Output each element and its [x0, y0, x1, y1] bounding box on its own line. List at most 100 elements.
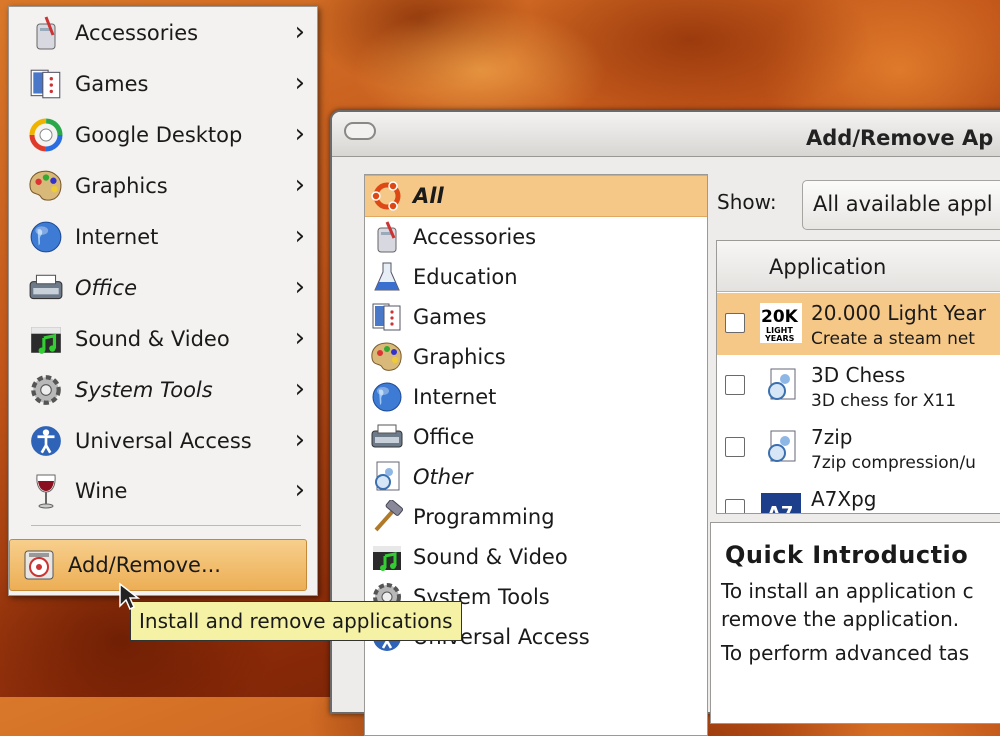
menu-item-label: Accessories	[75, 21, 199, 45]
app-description: Create a steam net	[811, 329, 975, 349]
category-office[interactable]: Office	[365, 417, 707, 457]
universal-access-icon	[25, 420, 67, 462]
window-titlebar[interactable]: Add/Remove Ap	[332, 112, 1000, 157]
games-cards-icon	[369, 299, 405, 335]
intro-line: remove the application.	[721, 607, 960, 631]
menu-item-universal-access[interactable]: Universal Access ›	[17, 417, 313, 465]
menu-item-label: Office	[75, 276, 137, 300]
office-typewriter-icon	[369, 419, 405, 455]
app-row[interactable]: 7zip 7zip compression/u	[717, 417, 1000, 479]
menu-item-label: Add/Remove...	[68, 553, 221, 577]
svg-text:A7: A7	[767, 503, 793, 514]
submenu-arrow-icon: ›	[294, 68, 305, 98]
category-programming[interactable]: Programming	[365, 497, 707, 537]
app-name: 3D Chess	[811, 363, 906, 387]
sound-video-icon	[25, 318, 67, 360]
app-name: 20.000 Light Year	[811, 301, 986, 325]
app-row[interactable]: 20K LIGHT YEARS 20.000 Light Year Create a…	[717, 293, 1000, 355]
category-education[interactable]: Education	[365, 257, 707, 297]
show-filter-combo[interactable]: All available appl	[802, 180, 1000, 230]
submenu-arrow-icon: ›	[294, 323, 305, 353]
menu-item-label: Games	[75, 72, 149, 96]
menu-item-label: Universal Access	[75, 429, 252, 453]
svg-text:20K: 20K	[761, 307, 799, 327]
submenu-arrow-icon: ›	[294, 272, 305, 302]
other-icon	[369, 459, 405, 495]
category-sound-video[interactable]: Sound & Video	[365, 537, 707, 577]
submenu-arrow-icon: ›	[294, 374, 305, 404]
category-label: Programming	[413, 505, 555, 529]
menu-item-games[interactable]: Games ›	[17, 60, 313, 108]
menu-item-label: Wine	[75, 479, 128, 503]
accessories-icon	[25, 12, 67, 54]
application-column-label: Application	[769, 255, 887, 279]
ubuntu-logo-icon	[369, 178, 405, 214]
menu-item-graphics[interactable]: Graphics ›	[17, 162, 313, 210]
menu-item-label: Sound & Video	[75, 327, 230, 351]
app-name: 7zip	[811, 425, 853, 449]
menu-item-wine[interactable]: Wine ›	[17, 467, 313, 515]
menu-item-office[interactable]: Office ›	[17, 264, 313, 312]
category-accessories[interactable]: Accessories	[365, 217, 707, 257]
education-flask-icon	[369, 259, 405, 295]
menu-item-label: System Tools	[75, 378, 213, 402]
menu-separator	[31, 525, 301, 526]
submenu-arrow-icon: ›	[294, 425, 305, 455]
window-menu-button[interactable]	[344, 122, 376, 140]
category-label: Games	[413, 305, 487, 329]
application-column-header[interactable]: Application	[717, 241, 1000, 292]
graphics-palette-icon	[369, 339, 405, 375]
tooltip: Install and remove applications	[130, 601, 462, 641]
menu-item-google-desktop[interactable]: Google Desktop ›	[17, 111, 313, 159]
submenu-arrow-icon: ›	[294, 119, 305, 149]
category-label: Office	[413, 425, 475, 449]
category-all[interactable]: All	[365, 175, 707, 217]
menu-item-system-tools[interactable]: System Tools ›	[17, 366, 313, 414]
submenu-arrow-icon: ›	[294, 17, 305, 47]
intro-title: Quick Introductio	[725, 541, 969, 569]
show-label: Show:	[717, 190, 777, 214]
office-typewriter-icon	[25, 267, 67, 309]
programming-hammer-icon	[369, 499, 405, 535]
menu-item-label: Graphics	[75, 174, 168, 198]
install-checkbox[interactable]	[725, 499, 745, 513]
svg-text:YEARS: YEARS	[764, 334, 795, 343]
application-list: Application 20K LIGHT YEARS 20.000 Light Y…	[716, 240, 1000, 514]
package-icon	[759, 425, 803, 469]
a7xpg-icon: A7	[759, 487, 803, 514]
app-description: 3D chess for X11	[811, 391, 957, 411]
window-title: Add/Remove Ap	[806, 126, 994, 150]
category-label: Accessories	[413, 225, 537, 249]
app-row[interactable]: A7 A7Xpg	[717, 479, 1000, 514]
menu-item-add-remove[interactable]: Add/Remove...	[9, 539, 307, 591]
submenu-arrow-icon: ›	[294, 221, 305, 251]
intro-line: To install an application c	[721, 579, 974, 603]
category-internet[interactable]: Internet	[365, 377, 707, 417]
menu-item-internet[interactable]: Internet ›	[17, 213, 313, 261]
games-cards-icon	[25, 63, 67, 105]
quick-introduction-panel: Quick Introductio To install an applicat…	[710, 522, 1000, 724]
install-checkbox[interactable]	[725, 437, 745, 457]
category-label: All	[413, 184, 444, 208]
category-other[interactable]: Other	[365, 457, 707, 497]
intro-line: To perform advanced tas	[721, 641, 970, 665]
system-tools-gear-icon	[25, 369, 67, 411]
menu-item-sound-video[interactable]: Sound & Video ›	[17, 315, 313, 363]
category-graphics[interactable]: Graphics	[365, 337, 707, 377]
category-label: Graphics	[413, 345, 506, 369]
install-checkbox[interactable]	[725, 313, 745, 333]
internet-globe-icon	[25, 216, 67, 258]
add-remove-icon	[18, 544, 60, 586]
menu-item-label: Google Desktop	[75, 123, 243, 147]
menu-item-accessories[interactable]: Accessories ›	[17, 9, 313, 57]
internet-globe-icon	[369, 379, 405, 415]
app-description: 7zip compression/u	[811, 453, 976, 473]
show-filter-value: All available appl	[813, 192, 993, 216]
category-games[interactable]: Games	[365, 297, 707, 337]
mouse-pointer-icon	[119, 582, 140, 611]
20k-light-years-icon: 20K LIGHT YEARS	[759, 301, 803, 345]
applications-menu: Accessories › Games › Google Desktop › G…	[8, 6, 318, 596]
install-checkbox[interactable]	[725, 375, 745, 395]
category-label: Internet	[413, 385, 497, 409]
app-row[interactable]: 3D Chess 3D chess for X11	[717, 355, 1000, 417]
